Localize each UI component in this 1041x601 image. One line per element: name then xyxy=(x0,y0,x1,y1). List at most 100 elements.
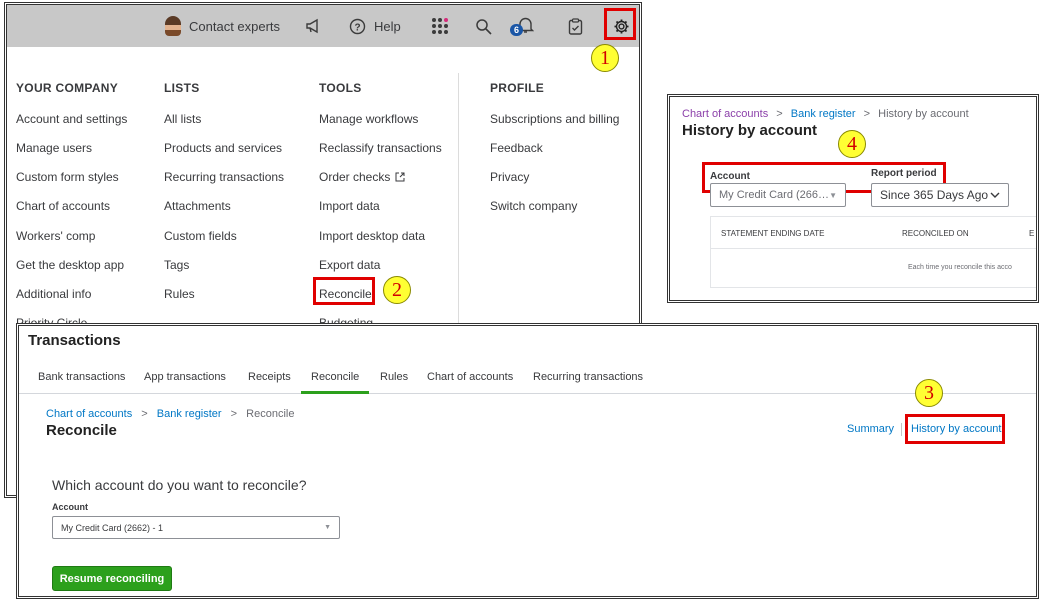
contact-experts-label: Contact experts xyxy=(189,18,281,34)
highlight-history-link xyxy=(905,414,1005,444)
menu-item-chart-of-accounts[interactable]: Chart of accounts xyxy=(16,199,110,213)
history-account-dropdown[interactable]: My Credit Card (266… ▼ xyxy=(710,183,846,207)
tab-app-transactions[interactable]: App transactions xyxy=(144,371,226,383)
menu-item-custom-fields[interactable]: Custom fields xyxy=(164,229,237,243)
clipboard-check-icon xyxy=(568,17,583,35)
notification-count-badge: 6 xyxy=(510,23,523,36)
profile-heading: PROFILE xyxy=(490,81,545,95)
transactions-tab-bar: Bank transactions App transactions Recei… xyxy=(19,366,1036,394)
menu-divider xyxy=(458,73,459,333)
tasks-button[interactable] xyxy=(568,5,583,47)
menu-item-desktop-app[interactable]: Get the desktop app xyxy=(16,258,124,272)
tab-receipts[interactable]: Receipts xyxy=(248,371,291,383)
top-navigation-bar: Contact experts ? Help 6 xyxy=(7,5,639,47)
contact-experts-button[interactable]: Contact experts xyxy=(165,5,280,47)
menu-item-custom-form-styles[interactable]: Custom form styles xyxy=(16,170,119,184)
tab-bank-transactions[interactable]: Bank transactions xyxy=(38,371,125,383)
breadcrumb-bank-register[interactable]: Bank register xyxy=(791,108,856,120)
tools-heading: TOOLS xyxy=(319,81,362,95)
menu-item-order-checks[interactable]: Order checks xyxy=(319,170,405,184)
history-account-value: My Credit Card (266… xyxy=(719,189,830,201)
menu-item-account-settings[interactable]: Account and settings xyxy=(16,112,127,126)
step-marker-1: 1 xyxy=(591,44,619,72)
menu-item-rules[interactable]: Rules xyxy=(164,287,195,301)
search-button[interactable] xyxy=(475,5,492,47)
history-period-label: Report period xyxy=(871,168,937,179)
menu-item-subscriptions-billing[interactable]: Subscriptions and billing xyxy=(490,112,619,126)
tab-rules[interactable]: Rules xyxy=(380,371,408,383)
reconcile-question: Which account do you want to reconcile? xyxy=(52,477,307,493)
history-page-title: History by account xyxy=(682,122,818,139)
reconcile-account-dropdown[interactable]: My Credit Card (2662) - 1 ▼ xyxy=(52,516,340,539)
notifications-button[interactable]: 6 xyxy=(510,5,534,47)
resume-reconciling-button[interactable]: Resume reconciling xyxy=(52,566,172,591)
external-link-icon xyxy=(395,172,405,182)
menu-item-workers-comp[interactable]: Workers' comp xyxy=(16,229,95,243)
chevron-down-icon xyxy=(990,192,1000,198)
menu-item-import-data[interactable]: Import data xyxy=(319,199,380,213)
history-table: STATEMENT ENDING DATE RECONCILED ON E Ea… xyxy=(710,216,1036,288)
breadcrumb-bank-register[interactable]: Bank register xyxy=(157,408,222,420)
megaphone-icon xyxy=(306,18,318,34)
menu-item-export-data[interactable]: Export data xyxy=(319,258,380,272)
order-checks-label: Order checks xyxy=(319,170,391,184)
menu-item-attachments[interactable]: Attachments xyxy=(164,199,231,213)
breadcrumb-separator: > xyxy=(230,408,238,420)
step-marker-2: 2 xyxy=(383,276,411,304)
transactions-section-title: Transactions xyxy=(28,332,121,349)
help-button[interactable]: ? Help xyxy=(349,5,401,47)
menu-item-products-services[interactable]: Products and services xyxy=(164,141,282,155)
menu-item-privacy[interactable]: Privacy xyxy=(490,170,529,184)
lists-heading: LISTS xyxy=(164,81,200,95)
menu-item-additional-info[interactable]: Additional info xyxy=(16,287,91,301)
highlight-settings-gear xyxy=(604,8,636,40)
reconcile-panel: Transactions Bank transactions App trans… xyxy=(16,323,1039,599)
tab-reconcile[interactable]: Reconcile xyxy=(311,371,359,383)
tab-recurring-transactions[interactable]: Recurring transactions xyxy=(533,371,643,383)
breadcrumb-separator: > xyxy=(776,108,783,120)
column-header-reconciled-on[interactable]: RECONCILED ON xyxy=(902,229,969,238)
column-header-truncated[interactable]: E xyxy=(1029,229,1034,238)
reconcile-page-title: Reconcile xyxy=(46,422,117,439)
announcements-button[interactable] xyxy=(305,5,321,47)
tab-chart-of-accounts[interactable]: Chart of accounts xyxy=(427,371,513,383)
menu-item-import-desktop-data[interactable]: Import desktop data xyxy=(319,229,425,243)
breadcrumb-current: History by account xyxy=(878,108,969,120)
summary-link[interactable]: Summary xyxy=(847,423,894,435)
step-marker-3: 3 xyxy=(915,379,943,407)
menu-item-tags[interactable]: Tags xyxy=(164,258,189,272)
breadcrumb-current: Reconcile xyxy=(246,408,295,420)
menu-item-manage-workflows[interactable]: Manage workflows xyxy=(319,112,418,126)
history-by-account-panel: Chart of accounts > Bank register > Hist… xyxy=(667,94,1039,303)
menu-item-all-lists[interactable]: All lists xyxy=(164,112,201,126)
chevron-down-icon: ▼ xyxy=(324,524,331,531)
breadcrumb-separator: > xyxy=(141,408,148,420)
expert-avatar-icon xyxy=(165,16,181,36)
breadcrumb-separator: > xyxy=(863,108,871,120)
history-breadcrumb: Chart of accounts > Bank register > Hist… xyxy=(682,108,969,120)
apps-button[interactable] xyxy=(432,5,448,47)
menu-item-feedback[interactable]: Feedback xyxy=(490,141,543,155)
breadcrumb-chart-of-accounts[interactable]: Chart of accounts xyxy=(682,108,768,120)
link-divider xyxy=(901,423,902,436)
reconcile-account-label: Account xyxy=(52,502,88,512)
apps-grid-icon xyxy=(432,18,448,34)
search-icon xyxy=(476,18,492,35)
menu-item-reclassify-transactions[interactable]: Reclassify transactions xyxy=(319,141,442,155)
svg-text:?: ? xyxy=(354,22,360,33)
highlight-reconcile-item xyxy=(313,277,375,305)
history-period-value: Since 365 Days Ago xyxy=(880,188,989,202)
history-period-dropdown[interactable]: Since 365 Days Ago xyxy=(871,183,1009,207)
history-account-label: Account xyxy=(710,171,750,182)
reconcile-breadcrumb: Chart of accounts > Bank register > Reco… xyxy=(46,408,294,420)
column-header-statement-date[interactable]: STATEMENT ENDING DATE xyxy=(721,229,824,238)
help-icon: ? xyxy=(349,18,366,34)
menu-item-manage-users[interactable]: Manage users xyxy=(16,141,92,155)
reconcile-account-value: My Credit Card (2662) - 1 xyxy=(61,522,164,533)
menu-item-recurring-transactions[interactable]: Recurring transactions xyxy=(164,170,284,184)
history-empty-message: Each time you reconcile this acco xyxy=(908,264,1012,271)
history-table-header: STATEMENT ENDING DATE RECONCILED ON E xyxy=(711,217,1036,249)
active-tab-indicator xyxy=(301,391,369,394)
breadcrumb-chart-of-accounts[interactable]: Chart of accounts xyxy=(46,408,132,420)
menu-item-switch-company[interactable]: Switch company xyxy=(490,199,577,213)
